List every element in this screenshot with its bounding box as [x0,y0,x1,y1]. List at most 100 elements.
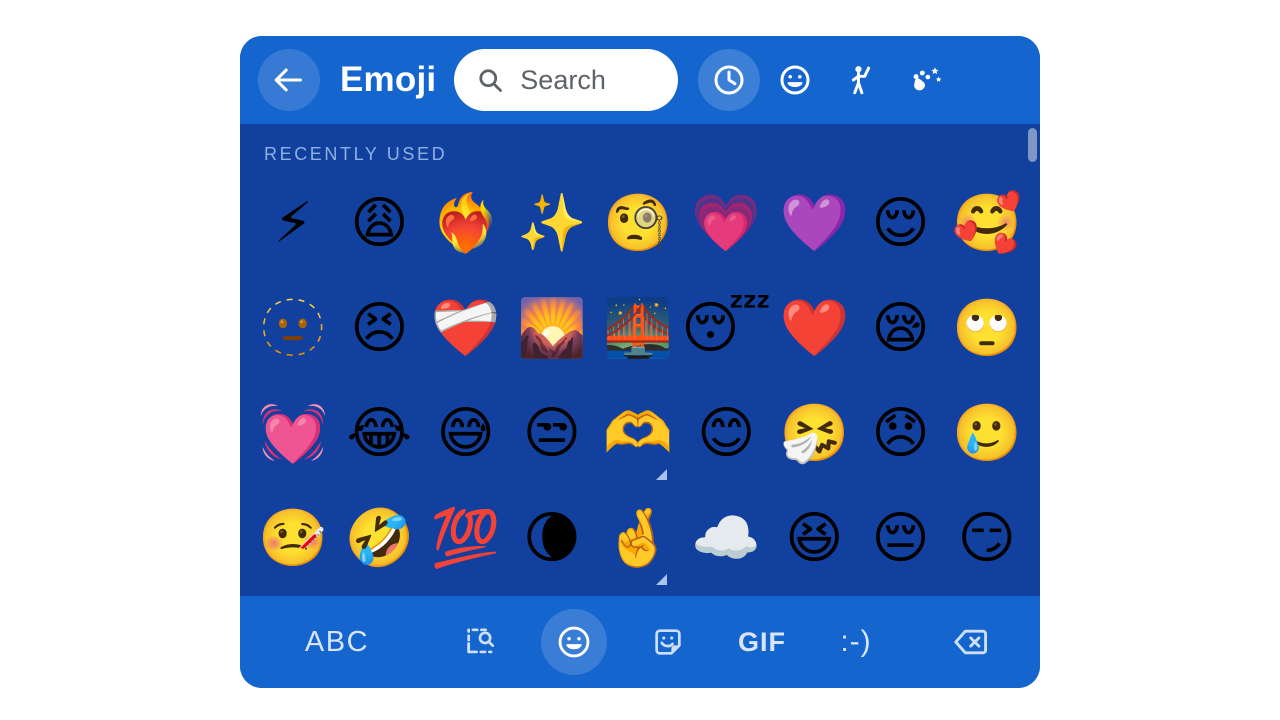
smiley-face-icon [556,624,592,660]
emoji-button[interactable]: 💗 [681,171,771,276]
sneezing-face-icon: 🤧 [779,400,850,466]
abc-keyboard-button[interactable]: ABC [262,626,412,659]
smiley-face-icon [778,63,812,97]
search-input[interactable]: Search [454,49,679,111]
back-button[interactable] [258,49,320,111]
emoji-button[interactable]: 🤧 [771,381,857,486]
emoji-button[interactable]: 🥲 [944,381,1030,486]
scrollbar-thumb[interactable] [1028,128,1037,162]
emoji-button[interactable]: 😒 [509,381,595,486]
emoji-button[interactable]: 🤣 [336,486,422,591]
cloud-icon: ☁️ [691,505,762,571]
smiling-face-with-hearts-icon: 🥰 [951,190,1022,256]
emoji-button[interactable]: 😪 [857,276,943,381]
emoji-grid: ⚡ 😩 ❤️‍🔥 ✨ 🧐 💗 💜 😌 🥰 🫥 😣 ❤️‍🩹 🌄 🌉 😴 ❤️ 😪 [240,171,1040,591]
red-heart-icon: ❤️ [779,295,850,361]
disappointed-face-icon: 😞 [871,400,930,466]
emoji-button[interactable]: ⚡ [250,171,336,276]
face-with-monocle-icon: 🧐 [603,190,674,256]
sticker-button[interactable] [635,609,701,675]
pensive-face-icon: 😔 [871,505,930,571]
beating-heart-icon: 💓 [258,400,328,466]
heart-hands-icon: 🫶 [603,400,674,466]
sparkles-icon: ✨ [517,190,587,256]
emoji-button[interactable]: 🧐 [595,171,681,276]
grinning-face-with-sweat-icon: 😅 [436,400,495,466]
emoji-button[interactable]: 😂 [336,381,422,486]
emoticon-button[interactable]: :-) [823,609,889,675]
sleepy-face-icon: 😪 [871,295,930,361]
emoji-button[interactable]: 🥰 [944,171,1030,276]
emoji-button[interactable]: 💓 [250,381,336,486]
emoji-button[interactable]: 🌄 [509,276,595,381]
category-tab-nature[interactable] [896,49,958,111]
sleeping-face-icon: 😴 [681,295,772,361]
purple-heart-icon: 💜 [779,190,850,256]
smiling-face-with-tear-icon: 🥲 [951,400,1022,466]
gif-button[interactable]: GIF [729,609,795,675]
category-tab-people[interactable] [830,49,892,111]
emoji-header: Emoji Search [240,36,1040,124]
weary-face-icon: 😩 [350,190,409,256]
unamused-face-icon: 😒 [522,400,582,466]
emoji-tab-button[interactable] [541,609,607,675]
page-search-icon [463,625,497,659]
emoji-button[interactable]: 😩 [336,171,422,276]
page-search-button[interactable] [447,609,513,675]
emoji-button[interactable]: 🙄 [944,276,1030,381]
emoji-button[interactable]: 😊 [681,381,771,486]
emoji-button[interactable]: 😏 [944,486,1030,591]
dotted-line-face-icon: 🫥 [258,295,328,361]
screen: Emoji Search [0,0,1280,720]
emoji-button[interactable]: 💜 [771,171,857,276]
category-tab-bar [698,49,958,111]
emoji-button[interactable]: 💯 [423,486,509,591]
emoji-button[interactable]: ☁️ [681,486,771,591]
emoji-button[interactable]: 🫥 [250,276,336,381]
face-with-tears-of-joy-icon: 😂 [346,400,413,466]
backspace-button[interactable] [938,609,1004,675]
emoji-button[interactable]: 😅 [423,381,509,486]
emoji-button[interactable]: 😆 [771,486,857,591]
emoji-button[interactable]: ✨ [509,171,595,276]
emoji-button[interactable]: 😴 [681,276,771,381]
high-voltage-icon: ⚡ [273,190,313,256]
search-placeholder: Search [520,64,606,95]
emoji-button[interactable]: 🫶 [595,381,681,486]
emoji-scroll-area[interactable]: RECENTLY USED ⚡ 😩 ❤️‍🔥 ✨ 🧐 💗 💜 😌 🥰 🫥 😣 ❤… [240,124,1040,596]
person-waving-icon [844,63,878,97]
emoji-button[interactable]: 🌘 [509,486,595,591]
sunrise-over-mountains-icon: 🌄 [517,295,587,361]
keyboard-bottom-bar: ABC GIF:-) [240,596,1040,688]
smirking-face-icon: 😏 [957,505,1017,571]
relieved-face-icon: 😌 [871,190,930,256]
page-title: Emoji [340,60,437,99]
emoji-button[interactable]: 🤞 [595,486,681,591]
emoji-button[interactable]: 🌉 [595,276,681,381]
back-arrow-icon [272,63,306,97]
grinning-squinting-face-icon: 😆 [785,505,844,571]
emoticon-label: :-) [840,625,872,658]
emoji-button[interactable]: 🤒 [250,486,336,591]
emoji-button[interactable]: ❤️‍🩹 [423,276,509,381]
emoji-button[interactable]: ❤️‍🔥 [423,171,509,276]
emoji-button[interactable]: ❤️ [771,276,857,381]
sticker-icon [651,625,685,659]
emoji-button[interactable]: 😔 [857,486,943,591]
emoji-keyboard-panel: Emoji Search [240,36,1040,688]
persevering-face-icon: 😣 [350,295,409,361]
crossed-fingers-icon: 🤞 [603,505,674,571]
gif-label: GIF [738,626,786,657]
backspace-icon [952,623,990,661]
emoji-button[interactable]: 😞 [857,381,943,486]
category-tab-smileys[interactable] [764,49,826,111]
waning-crescent-moon-icon: 🌘 [522,505,582,571]
emoji-button[interactable]: 😣 [336,276,422,381]
mending-heart-icon: ❤️‍🩹 [430,295,501,361]
category-tab-recent[interactable] [698,49,761,111]
smiling-face-with-smiling-eyes-icon: 😊 [697,400,756,466]
emoji-button[interactable]: 😌 [857,171,943,276]
clock-icon [712,63,746,97]
heart-on-fire-icon: ❤️‍🔥 [430,190,501,256]
face-with-thermometer-icon: 🤒 [258,505,328,571]
